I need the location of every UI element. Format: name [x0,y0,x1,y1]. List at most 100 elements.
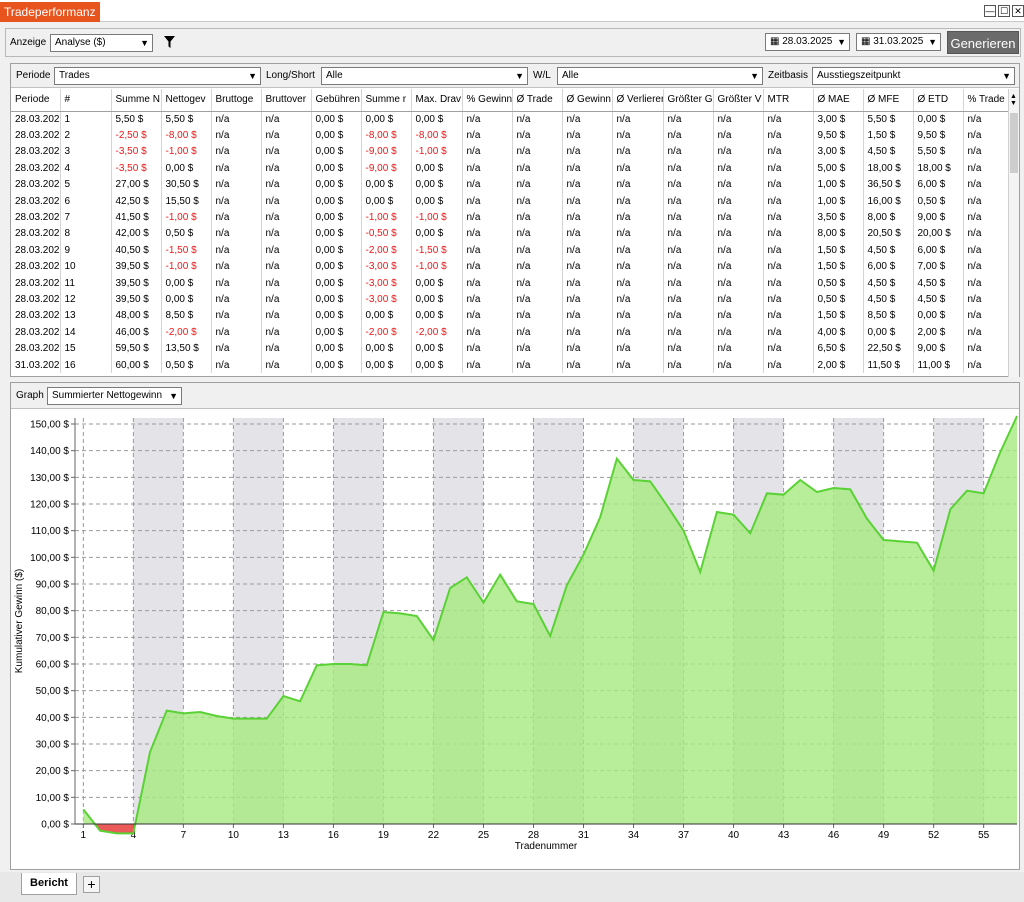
column-header[interactable]: Größter G [663,89,714,112]
table-row[interactable]: 28.03.202 10 39,50 $ -1,00 $ n/a n/a 0,00 $ -3,… [11,258,1010,275]
column-header[interactable]: Bruttover [261,89,312,112]
y-tick-label: 110,00 $ [31,526,70,537]
table-cell: n/a [612,274,664,292]
add-tab-button[interactable]: + [83,876,100,893]
table-scrollbar[interactable]: ▲ ▼ [1008,89,1019,377]
table-row[interactable]: 28.03.202 11 39,50 $0,00 $ n/a n/a 0,00 $ -3,0… [11,274,1010,292]
date-from-select[interactable]: ▦ 28.03.2025 ▼ [765,33,850,51]
table-cell: n/a [211,324,262,341]
column-header[interactable]: Periode [11,89,61,112]
table-cell: 16 [60,356,112,374]
column-header[interactable]: Summe N [111,89,162,112]
table-row[interactable]: 28.03.202 3 -3,50 $ -1,00 $ n/a n/a 0,00 $ -9,0… [11,143,1010,161]
table-cell: n/a [512,209,563,226]
table-cell: n/a [462,143,513,161]
table-cell: n/a [963,143,1010,161]
column-header[interactable]: MTR [763,89,814,112]
close-button[interactable]: ✕ [1012,5,1024,17]
table-cell: n/a [261,225,312,243]
table-cell: 0,00 $ [411,160,463,177]
table-row[interactable]: 28.03.202 15 59,50 $13,50 $ n/a n/a 0,00 $0,0… [11,340,1010,357]
table-row[interactable]: 28.03.202 13 48,00 $8,50 $ n/a n/a 0,00 $0,00… [11,307,1010,325]
table-cell: 20,00 $ [913,225,964,243]
table-row[interactable]: 28.03.202 5 27,00 $30,50 $ n/a n/a 0,00 $0,00… [11,176,1010,193]
x-tick-label: 43 [778,830,790,841]
column-header[interactable]: # [60,89,112,112]
table-cell: n/a [211,225,262,243]
table-row[interactable]: 28.03.202 6 42,50 $15,50 $ n/a n/a 0,00 $0,00… [11,192,1010,210]
period-select[interactable]: Trades ▼ [54,67,261,85]
table-row[interactable]: 28.03.202 14 46,00 $ -2,00 $ n/a n/a 0,00 $ -2,… [11,324,1010,341]
display-select[interactable]: Analyse ($) ▼ [50,34,153,52]
column-header[interactable]: Ø MAE [813,89,864,112]
table-cell: 0,00 $ [311,307,362,325]
column-header[interactable]: Ø MFE [863,89,914,112]
column-header[interactable]: Nettogev [161,89,212,112]
tab-bericht[interactable]: Bericht [21,873,77,895]
column-header[interactable]: % Trade [963,89,1010,112]
table-cell: n/a [763,192,814,210]
table-cell: 0,00 $ [311,291,362,308]
table-cell: n/a [562,225,613,243]
table-cell: n/a [763,340,814,357]
table-cell: 0,50 $ [161,356,212,374]
table-cell: n/a [211,160,262,177]
column-header[interactable]: Gebühren [311,89,362,112]
table-cell: n/a [512,160,563,177]
table-cell: n/a [261,291,312,308]
table-row[interactable]: 31.03.202 16 60,00 $0,50 $ n/a n/a 0,00 $0,00… [11,356,1010,374]
table-cell: 18,00 $ [863,160,914,177]
table-row[interactable]: 28.03.202 12 39,50 $0,00 $ n/a n/a 0,00 $ -3,0… [11,291,1010,308]
column-header[interactable]: Ø Verlierer [612,89,664,112]
table-cell: n/a [211,143,262,161]
table-cell: 0,00 $ [361,192,412,210]
table-cell: 0,00 $ [311,127,362,144]
table-cell: n/a [713,143,764,161]
table-cell: n/a [713,291,764,308]
column-header[interactable]: % Gewinn [462,89,513,112]
table-cell: 8 [60,225,112,243]
table-row[interactable]: 28.03.202 4 -3,50 $0,00 $ n/a n/a 0,00 $ -9,00… [11,160,1010,177]
timebase-select[interactable]: Ausstiegszeitpunkt ▼ [812,67,1015,85]
minimize-button[interactable]: — [984,5,996,17]
graph-type-select[interactable]: Summierter Nettogewinn ▼ [47,387,182,405]
chevron-down-icon: ▼ [248,71,257,81]
table-cell: n/a [612,242,664,259]
generate-button[interactable]: Generieren [947,31,1019,54]
column-header[interactable]: Ø Trade [512,89,563,112]
table-cell: n/a [512,258,563,275]
column-header[interactable]: Max. Drav [411,89,463,112]
filter-icon[interactable] [164,36,175,48]
column-header[interactable]: Summe r [361,89,412,112]
wl-select[interactable]: Alle ▼ [557,67,763,85]
maximize-button[interactable]: ☐ [998,5,1010,17]
x-tick-label: 16 [328,830,340,841]
table-row[interactable]: 28.03.202 1 5,50 $5,50 $ n/a n/a 0,00 $0,00 $… [11,111,1010,128]
table-cell: n/a [562,192,613,210]
table-row[interactable]: 28.03.202 8 42,00 $0,50 $ n/a n/a 0,00 $ -0,50… [11,225,1010,243]
table-cell: 0,00 $ [361,111,412,128]
column-header[interactable]: Bruttoge [211,89,262,112]
table-cell: n/a [612,209,664,226]
table-row[interactable]: 28.03.202 7 41,50 $ -1,00 $ n/a n/a 0,00 $ -1,0… [11,209,1010,226]
table-cell: n/a [763,307,814,325]
column-header[interactable]: Ø Gewinn [562,89,613,112]
table-cell: 42,50 $ [111,192,162,210]
display-label: Anzeige [10,37,47,48]
table-cell: -1,00 $ [361,209,412,226]
table-cell: 2 [60,127,112,144]
table-cell: 28.03.202 [11,111,61,128]
scrollbar-thumb[interactable] [1010,113,1018,173]
table-cell: 0,00 $ [411,274,463,292]
table-row[interactable]: 28.03.202 9 40,50 $ -1,50 $ n/a n/a 0,00 $ -2,0… [11,242,1010,259]
table-cell: n/a [261,127,312,144]
table-cell: n/a [763,291,814,308]
date-to-select[interactable]: ▦ 31.03.2025 ▼ [856,33,941,51]
table-cell: n/a [512,356,563,374]
table-row[interactable]: 28.03.202 2 -2,50 $ -8,00 $ n/a n/a 0,00 $ -8,0… [11,127,1010,144]
column-header[interactable]: Ø ETD [913,89,964,112]
table-cell: 3,00 $ [813,143,864,161]
y-tick-label: 40,00 $ [36,713,70,724]
longshort-select[interactable]: Alle ▼ [321,67,528,85]
column-header[interactable]: Größter V [713,89,764,112]
